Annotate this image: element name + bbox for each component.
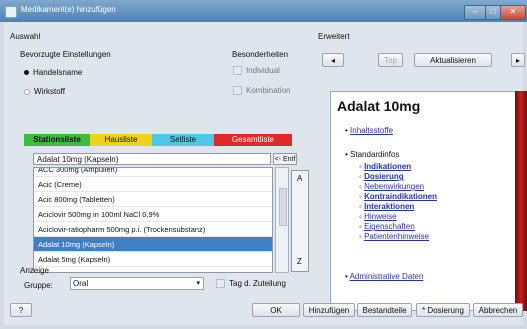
forward-nav-button[interactable]: ▸ — [511, 53, 525, 67]
chk-individual-label: Individual — [246, 66, 280, 75]
red-scroll-bar[interactable] — [515, 91, 527, 311]
list-tabs: Stationsliste Hausliste Setliste Gesamtl… — [24, 134, 292, 147]
window-title: Medikament(e) hinzufügen — [21, 5, 116, 14]
tag-zuteilung-label: Tag d. Zuteilung — [229, 279, 286, 288]
radio-handelsname[interactable]: Handelsname — [24, 68, 82, 77]
list-item[interactable]: Acic 800mg (Tabletten) — [34, 192, 272, 207]
standardinfos-links: ◦ Indikationen ◦ Dosierung ◦ Nebenwirkun… — [359, 162, 437, 242]
list-item[interactable]: Aciclovir-ratiopharm 500mg p.i. (Trocken… — [34, 222, 272, 237]
list-item[interactable]: Acic (Creme) — [34, 177, 272, 192]
maximize-button[interactable]: □ — [485, 5, 501, 20]
tag-zuteilung-checkbox[interactable]: Tag d. Zuteilung — [216, 279, 286, 289]
entf-button[interactable]: <- Entf — [273, 153, 297, 165]
hinzufuegen-button[interactable]: Hinzufügen — [303, 303, 355, 317]
tab-hausliste[interactable]: Hausliste — [90, 134, 152, 146]
link-nebenwirkungen[interactable]: ◦ Nebenwirkungen — [359, 182, 437, 192]
chk-kombination[interactable]: Kombination — [233, 86, 291, 96]
dialog-body: Auswahl Bevorzugte Einstellungen Handels… — [4, 22, 527, 325]
list-item[interactable]: Aciclovir 500mg in 100ml NaCl 0,9% — [34, 207, 272, 222]
link-interaktionen[interactable]: ◦ Interaktionen — [359, 202, 437, 212]
dialog-window: Medikament(e) hinzufügen – □ ✕ Auswahl B… — [0, 0, 527, 329]
tab-stationsliste[interactable]: Stationsliste — [24, 134, 90, 146]
minimize-button[interactable]: – — [464, 5, 486, 20]
radio-wirkstoff[interactable]: Wirkstoff — [24, 87, 65, 96]
bestandteile-button[interactable]: Bestandteile — [357, 303, 412, 317]
gruppe-select[interactable]: Oral ▾ — [70, 277, 204, 290]
top-button[interactable]: Top — [378, 53, 403, 67]
link-hinweise[interactable]: ◦ Hinweise — [359, 212, 437, 222]
medication-search-input[interactable]: Adalat 10mg (Kapseln) — [33, 153, 271, 165]
medication-list[interactable]: ACC 300mg (Ampullen) Acic (Creme) Acic 8… — [33, 167, 273, 273]
ok-button[interactable]: OK — [252, 303, 300, 317]
list-item[interactable]: Adalat 5mg (Kapseln) — [34, 252, 272, 267]
checkbox-icon — [216, 279, 225, 289]
chevron-down-icon: ▾ — [196, 280, 200, 287]
alpha-letter-z[interactable]: Z — [297, 257, 302, 266]
chk-individual[interactable]: Individual — [233, 66, 280, 76]
title-bar: Medikament(e) hinzufügen – □ ✕ — [0, 0, 527, 22]
refresh-button[interactable]: Aktualisieren — [414, 53, 492, 67]
gruppe-label: Gruppe: — [24, 281, 53, 290]
besonderheiten-label: Besonderheiten — [232, 50, 289, 59]
link-indikationen[interactable]: ◦ Indikationen — [359, 162, 437, 172]
help-button[interactable]: ? — [10, 303, 32, 317]
auswahl-label: Auswahl — [10, 32, 41, 41]
anzeige-label: Anzeige — [20, 266, 49, 275]
link-eigenschaften[interactable]: ◦ Eigenschaften — [359, 222, 437, 232]
gruppe-value: Oral — [73, 279, 89, 288]
dosierung-button[interactable]: * Dosierung — [416, 303, 470, 317]
abbrechen-button[interactable]: Abbrechen — [473, 303, 523, 317]
close-button[interactable]: ✕ — [500, 5, 526, 20]
alphabet-index[interactable]: A Z — [291, 170, 309, 272]
inhaltsstoffe-link[interactable]: • Inhaltsstoffe — [345, 126, 393, 135]
app-icon — [5, 6, 17, 18]
administrative-link[interactable]: • Administrative Daten — [345, 272, 423, 281]
radio-unselected-icon — [24, 88, 30, 95]
list-item-selected[interactable]: Adalat 10mg (Kapseln) — [34, 237, 272, 252]
tab-setliste[interactable]: Setliste — [152, 134, 214, 146]
chk-kombination-label: Kombination — [246, 86, 291, 95]
bevorzugte-label: Bevorzugte Einstellungen — [20, 50, 111, 59]
back-nav-button[interactable]: ◂ — [322, 53, 344, 67]
checkbox-icon — [233, 86, 242, 96]
checkbox-icon — [233, 66, 242, 76]
link-patientenhinweise[interactable]: ◦ Patientenhinweise — [359, 232, 437, 242]
list-scrollbar[interactable] — [275, 167, 289, 273]
drug-title: Adalat 10mg — [337, 98, 421, 114]
link-dosierung[interactable]: ◦ Dosierung — [359, 172, 437, 182]
link-kontraindikationen[interactable]: ◦ Kontraindikationen — [359, 192, 437, 202]
scroll-thumb[interactable] — [279, 188, 287, 226]
tab-gesamtliste[interactable]: Gesamtliste — [214, 134, 292, 146]
alpha-letter-a[interactable]: A — [297, 174, 302, 183]
radio-wirkstoff-label: Wirkstoff — [34, 87, 65, 96]
radio-selected-icon — [24, 70, 29, 76]
drug-info-panel: Adalat 10mg • Inhaltsstoffe • Standardin… — [330, 91, 516, 311]
standardinfos-label: • Standardinfos — [345, 150, 400, 159]
erweitert-label: Erweitert — [318, 32, 350, 41]
radio-handelsname-label: Handelsname — [33, 68, 83, 77]
list-item[interactable]: ACC 300mg (Ampullen) — [34, 168, 272, 177]
